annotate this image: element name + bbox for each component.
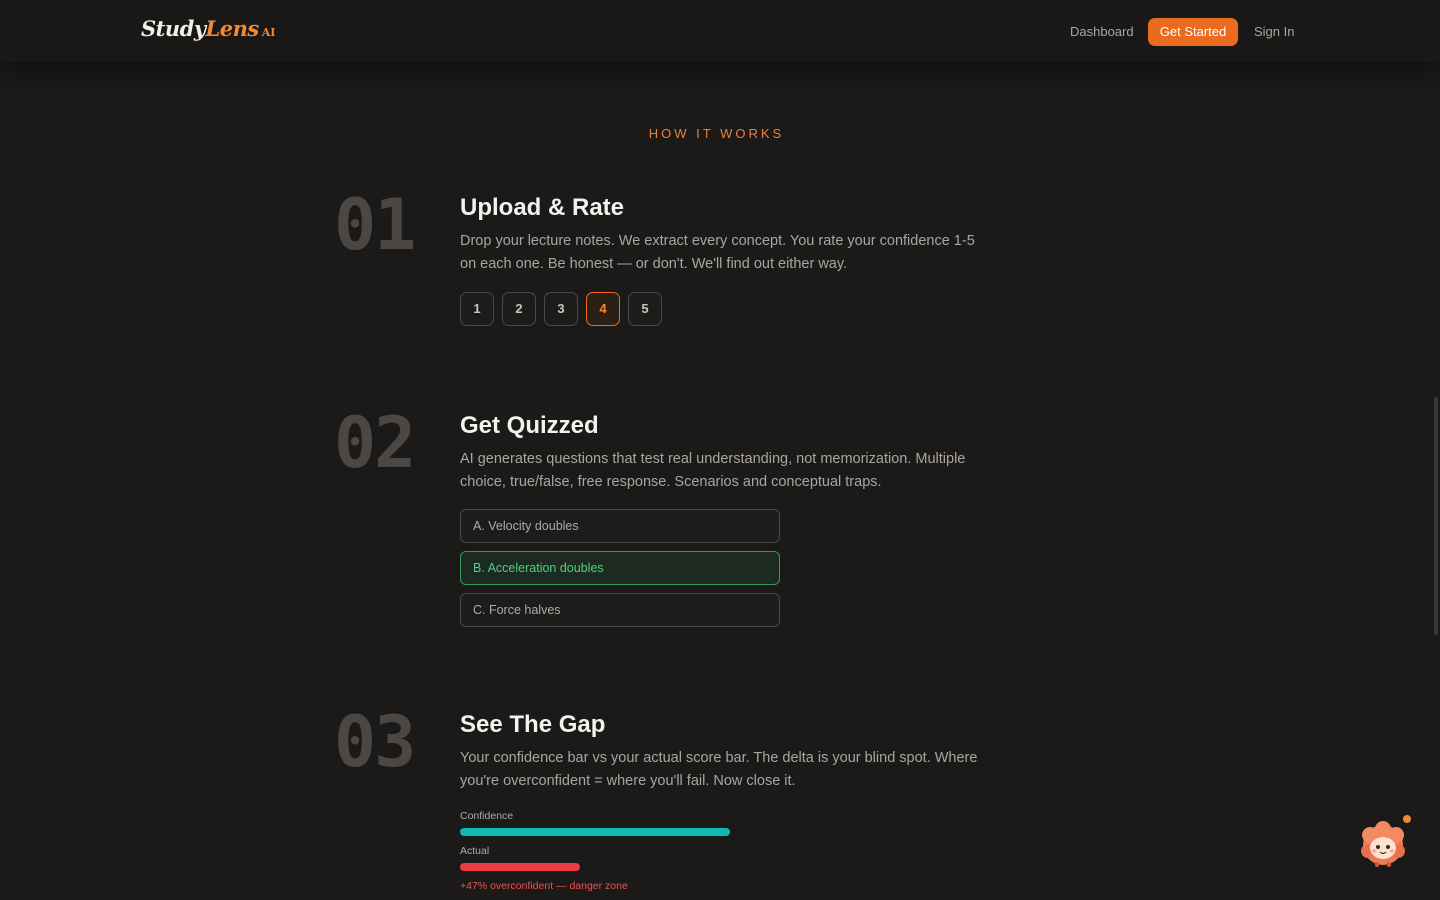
confidence-rating-group: 1 2 3 4 5 (460, 292, 662, 326)
rating-button-2[interactable]: 2 (502, 292, 536, 326)
actual-bar-label: Actual (460, 845, 490, 857)
step-01-title: Upload & Rate (460, 194, 625, 221)
get-started-button[interactable]: Get Started (1148, 18, 1238, 46)
step-01-number: 01 (334, 184, 416, 266)
how-it-works-eyebrow: HOW IT WORKS (648, 126, 785, 141)
quiz-option-a[interactable]: A. Velocity doubles (460, 509, 780, 543)
logo-ai-text: AI (261, 26, 276, 39)
step-03-number: 03 (334, 701, 416, 783)
quiz-option-b-correct[interactable]: B. Acceleration doubles (460, 551, 780, 585)
quiz-option-c[interactable]: C. Force halves (460, 593, 780, 627)
step-02-title: Get Quizzed (460, 412, 599, 439)
step-02-description: AI generates questions that test real un… (460, 451, 966, 490)
step-02-number: 02 (334, 402, 416, 484)
page-scrollbar-thumb[interactable] (1434, 397, 1438, 635)
top-navbar: StudyLens AI Dashboard Get Started Sign I… (0, 0, 1440, 62)
actual-score-bar (460, 863, 580, 871)
nav-sign-in-link[interactable]: Sign In (1254, 24, 1294, 39)
notification-dot (1403, 815, 1411, 823)
step-03-description: Your confidence bar vs your actual score… (460, 750, 978, 789)
overconfidence-warning: +47% overconfident — danger zone (460, 880, 628, 892)
step-03-title: See The Gap (460, 711, 606, 738)
confidence-bar (460, 828, 730, 836)
rating-button-3[interactable]: 3 (544, 292, 578, 326)
logo-study-text: Study (141, 16, 206, 41)
studylens-logo[interactable]: StudyLens AI (141, 16, 275, 41)
rating-button-4-selected[interactable]: 4 (586, 292, 620, 326)
rating-button-5[interactable]: 5 (628, 292, 662, 326)
logo-lens-text: Lens (205, 16, 260, 41)
sheep-mascot-icon[interactable] (1358, 821, 1408, 869)
confidence-bar-label: Confidence (460, 810, 514, 822)
nav-dashboard-link[interactable]: Dashboard (1070, 24, 1134, 39)
step-01-description: Drop your lecture notes. We extract ever… (460, 233, 975, 272)
rating-button-1[interactable]: 1 (460, 292, 494, 326)
